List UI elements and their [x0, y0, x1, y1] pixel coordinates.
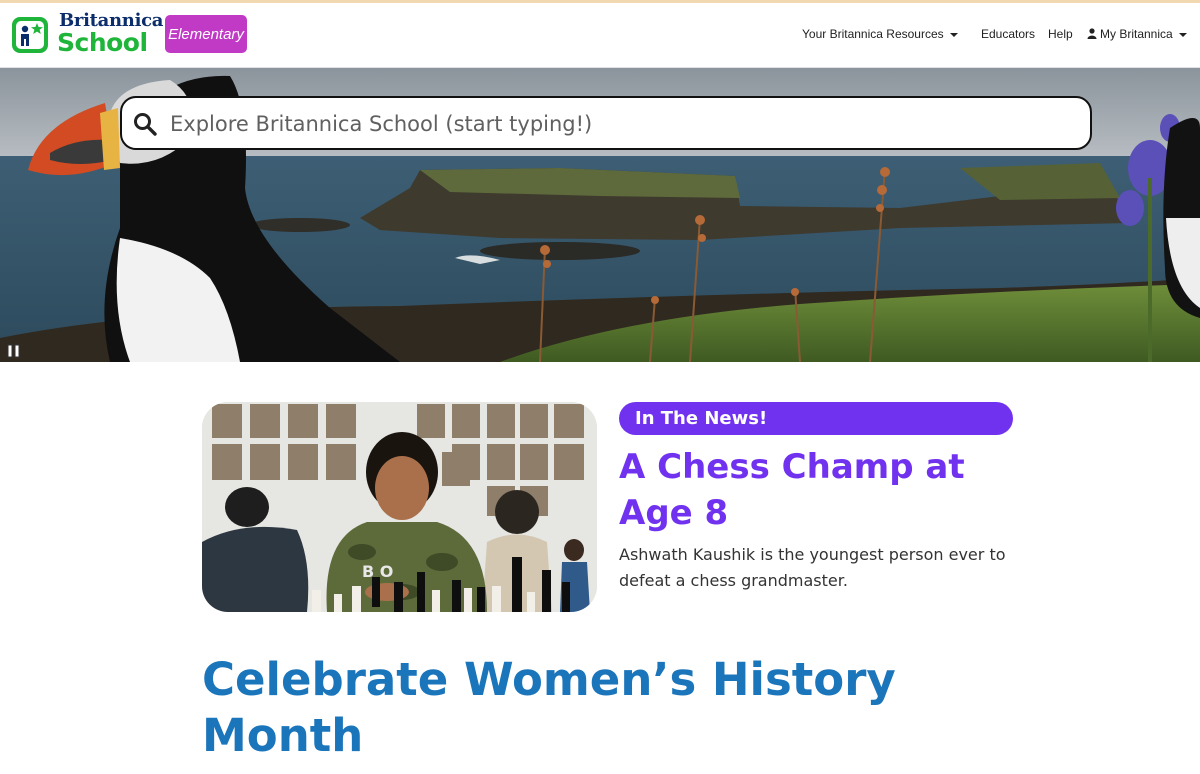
news-headline-link[interactable]: A Chess Champ at Age 8	[619, 444, 1039, 536]
elementary-level-badge[interactable]: Elementary	[165, 15, 247, 53]
nav-your-britannica-resources[interactable]: Your Britannica Resources	[802, 27, 958, 41]
logo-wordmark-school[interactable]: School	[57, 28, 148, 58]
user-icon	[1087, 28, 1097, 42]
search-icon[interactable]	[133, 112, 157, 140]
nav-educators[interactable]: Educators	[981, 27, 1035, 41]
news-article-image[interactable]: B O	[202, 402, 597, 612]
nav-resources-label: Your Britannica Resources	[802, 27, 944, 41]
britannica-school-logo-icon[interactable]	[12, 17, 48, 53]
caret-down-icon	[949, 32, 958, 37]
nav-my-britannica[interactable]: My Britannica	[1087, 27, 1187, 42]
caret-down-icon	[1178, 32, 1187, 37]
chess-champ-photo: B O	[202, 402, 597, 612]
in-the-news-label: In The News!	[619, 402, 1013, 435]
nav-my-britannica-label: My Britannica	[1100, 27, 1173, 41]
nav-help[interactable]: Help	[1048, 27, 1073, 41]
site-header: Britannica School Elementary Your Britan…	[0, 3, 1200, 68]
pause-slideshow-icon[interactable]	[7, 343, 21, 362]
search-input[interactable]	[168, 106, 1072, 142]
feature-section-title[interactable]: Celebrate Women’s History Month	[202, 652, 962, 764]
search-bar[interactable]	[120, 96, 1092, 150]
news-description: Ashwath Kaushik is the youngest person e…	[619, 545, 1006, 590]
